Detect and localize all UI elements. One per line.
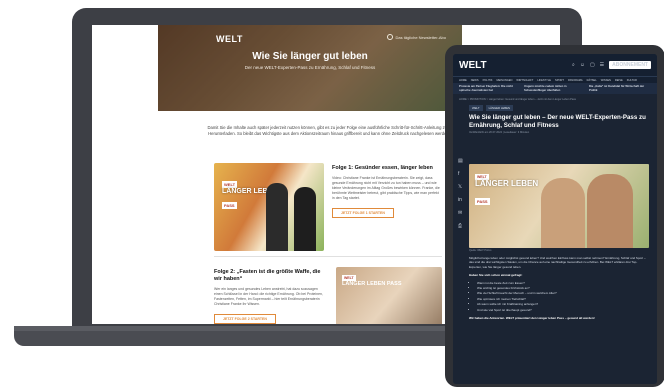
episode-card-2: Folge 2: „Fasten ist die größte Waffe, d… [214,267,442,324]
linkedin-icon[interactable]: in [458,197,463,203]
nav-item[interactable]: REISE [615,79,623,82]
list-item: Wie viel Schlaf braucht der Mensch – und… [477,291,647,295]
tablet-frame: WELT ⌕ ☺ ▢ ☰ ABONNEMENT HOME NEWS POLITI… [445,45,664,387]
nav-item[interactable]: LIFESTYLE [537,79,551,82]
device-mockup-scene: WELT Das tägliche Newsletter-Abo Wie Sie… [0,0,664,387]
episode-2-text: Wer ein langes und gesundes Leben anstre… [214,287,323,306]
episode-2-image[interactable]: WELT LÄNGER LEBEN PASS [336,267,442,324]
laenger-leben-badge: LÄNGER LEBEN PASS [342,281,402,287]
nav-item[interactable]: WISSEN [601,79,611,82]
start-episode-2-button[interactable]: JETZT FOLGE 2 STARTEN [214,314,276,324]
bag-icon[interactable]: ▢ [590,62,595,68]
newsletter-link-label: Das tägliche Newsletter-Abo [395,34,446,40]
article-body: Möglichst lange leben oder möglichst ges… [469,256,647,323]
question-lead: Haben Sie sich schon einmal gefragt: [469,273,523,278]
episode-1-body: Folge 1: Gesünder essen, länger leben Vi… [332,165,442,219]
start-episode-1-button[interactable]: JETZT FOLGE 1 STARTEN [332,208,394,218]
pass-badge: PASS [222,202,237,209]
news-ticker: Proteste am Pariser Flughafen: Die nicht… [453,83,657,95]
nav-item[interactable]: HOME [459,79,467,82]
main-nav: HOME NEWS POLITIK MEINUNGEN WIRTSCHAFT L… [453,76,657,83]
person-silhouette [266,183,288,251]
nav-item[interactable]: WIRTSCHAFT [516,79,533,82]
article-hero-image: WELT LÄNGER LEBEN PASS [469,164,649,248]
x-icon[interactable]: 𝕏 [458,184,463,190]
episode-1-title: Folge 1: Gesünder essen, länger leben [332,165,433,171]
article-meta: Veröffentlicht am 20.07.2024 | Lesedauer… [469,131,530,135]
facebook-icon[interactable]: f [458,171,463,177]
nav-item[interactable]: POLITIK [483,79,493,82]
brand-logo[interactable]: WELT [216,34,243,44]
menu-icon[interactable]: ☰ [600,62,604,68]
list-item: Und wie viel Sport ist überhaupt gesund? [477,308,647,312]
nav-item[interactable]: SPORT [555,79,564,82]
comment-icon[interactable]: ▤ [458,158,463,164]
person-silhouette [541,178,585,248]
site-header: WELT ⌕ ☺ ▢ ☰ ABONNEMENT [453,54,657,76]
episode-2-title: Folge 2: „Fasten ist die größte Waffe, d… [214,269,321,282]
closing-paragraph: Wir haben die Antworten. WELT präsentier… [469,316,595,321]
tablet-screen: WELT ⌕ ☺ ▢ ☰ ABONNEMENT HOME NEWS POLITI… [453,54,657,384]
share-bar: ▤ f 𝕏 in ✉ ⎙ [458,158,463,229]
tag[interactable]: LÄNGER LEBEN [485,105,514,112]
nav-item[interactable]: MEINUNGEN [497,79,513,82]
person-silhouette [294,187,316,251]
tag[interactable]: WELT [469,105,483,112]
ticker-item[interactable]: Proteste am Pariser Flughafen: Die nicht… [459,84,521,92]
image-caption: Quelle: WELT Promo [469,249,492,252]
hero-subtitle: Der neue WELT-Experten-Pass zu Ernährung… [244,65,376,70]
nav-item[interactable]: KULTUR [627,79,637,82]
list-item: Wann ist die beste Zeit zum Essen? [477,281,647,285]
nav-item[interactable]: PANORAMA [568,79,583,82]
person-silhouette [587,174,633,248]
subscribe-button[interactable]: ABONNEMENT [609,61,651,69]
article-tags: WELT LÄNGER LEBEN [453,101,657,112]
search-icon[interactable]: ⌕ [572,62,575,68]
episode-1-text: Video: Christiane Franke ist Ernährungsb… [332,176,440,200]
episode-card-1: WELT LÄNGER LEBEN PASS Folge 1: Gesünder… [214,163,442,255]
mail-icon [386,34,393,40]
newsletter-link[interactable]: Das tägliche Newsletter-Abo [386,34,446,40]
episode-1-image[interactable]: WELT LÄNGER LEBEN PASS [214,163,324,251]
divider [214,256,442,257]
mail-icon[interactable]: ✉ [458,210,463,216]
article-paragraph: Möglichst lange leben oder möglichst ges… [469,256,646,269]
article-title: Wie Sie länger gut leben – Der neue WELT… [469,114,646,129]
list-item: Wie optimiere ich meinen Tiefschlaf? [477,297,647,301]
nav-item[interactable]: NEWS [471,79,479,82]
question-list: Wann ist die beste Zeit zum Essen? Wie w… [469,281,647,312]
list-item: Wie wichtig ist gesundes Frühstück an? [477,286,647,290]
list-item: Ab wann sollte ich mit Krafttraining anf… [477,302,647,306]
user-icon[interactable]: ☺ [580,62,585,68]
intro-text: Damit Sie die Inhalte auch später jederz… [207,125,451,136]
header-actions: ⌕ ☺ ▢ ☰ ABONNEMENT [572,61,651,69]
ticker-item[interactable]: Die „Italia“ ist Kandidat für Wirtschaft… [589,84,651,92]
print-icon[interactable]: ⎙ [458,223,463,229]
episode-2-body: Folge 2: „Fasten ist die größte Waffe, d… [214,269,326,324]
pass-badge: PASS [475,198,490,205]
laenger-leben-badge: LÄNGER LEBEN [475,179,539,188]
hero-banner: WELT Das tägliche Newsletter-Abo Wie Sie… [158,25,462,111]
ticker-item[interactable]: Ungarn möchte zudem mitten in Schwedenfl… [524,84,586,92]
breadcrumb[interactable]: HOME > PROMOTION > Länger leben: Gesund … [453,94,657,101]
welt-badge: WELT [222,181,238,188]
brand-logo[interactable]: WELT [459,60,487,71]
hero-title: Wie Sie länger gut leben [252,51,368,62]
nav-item[interactable]: RÄTSEL [587,79,597,82]
